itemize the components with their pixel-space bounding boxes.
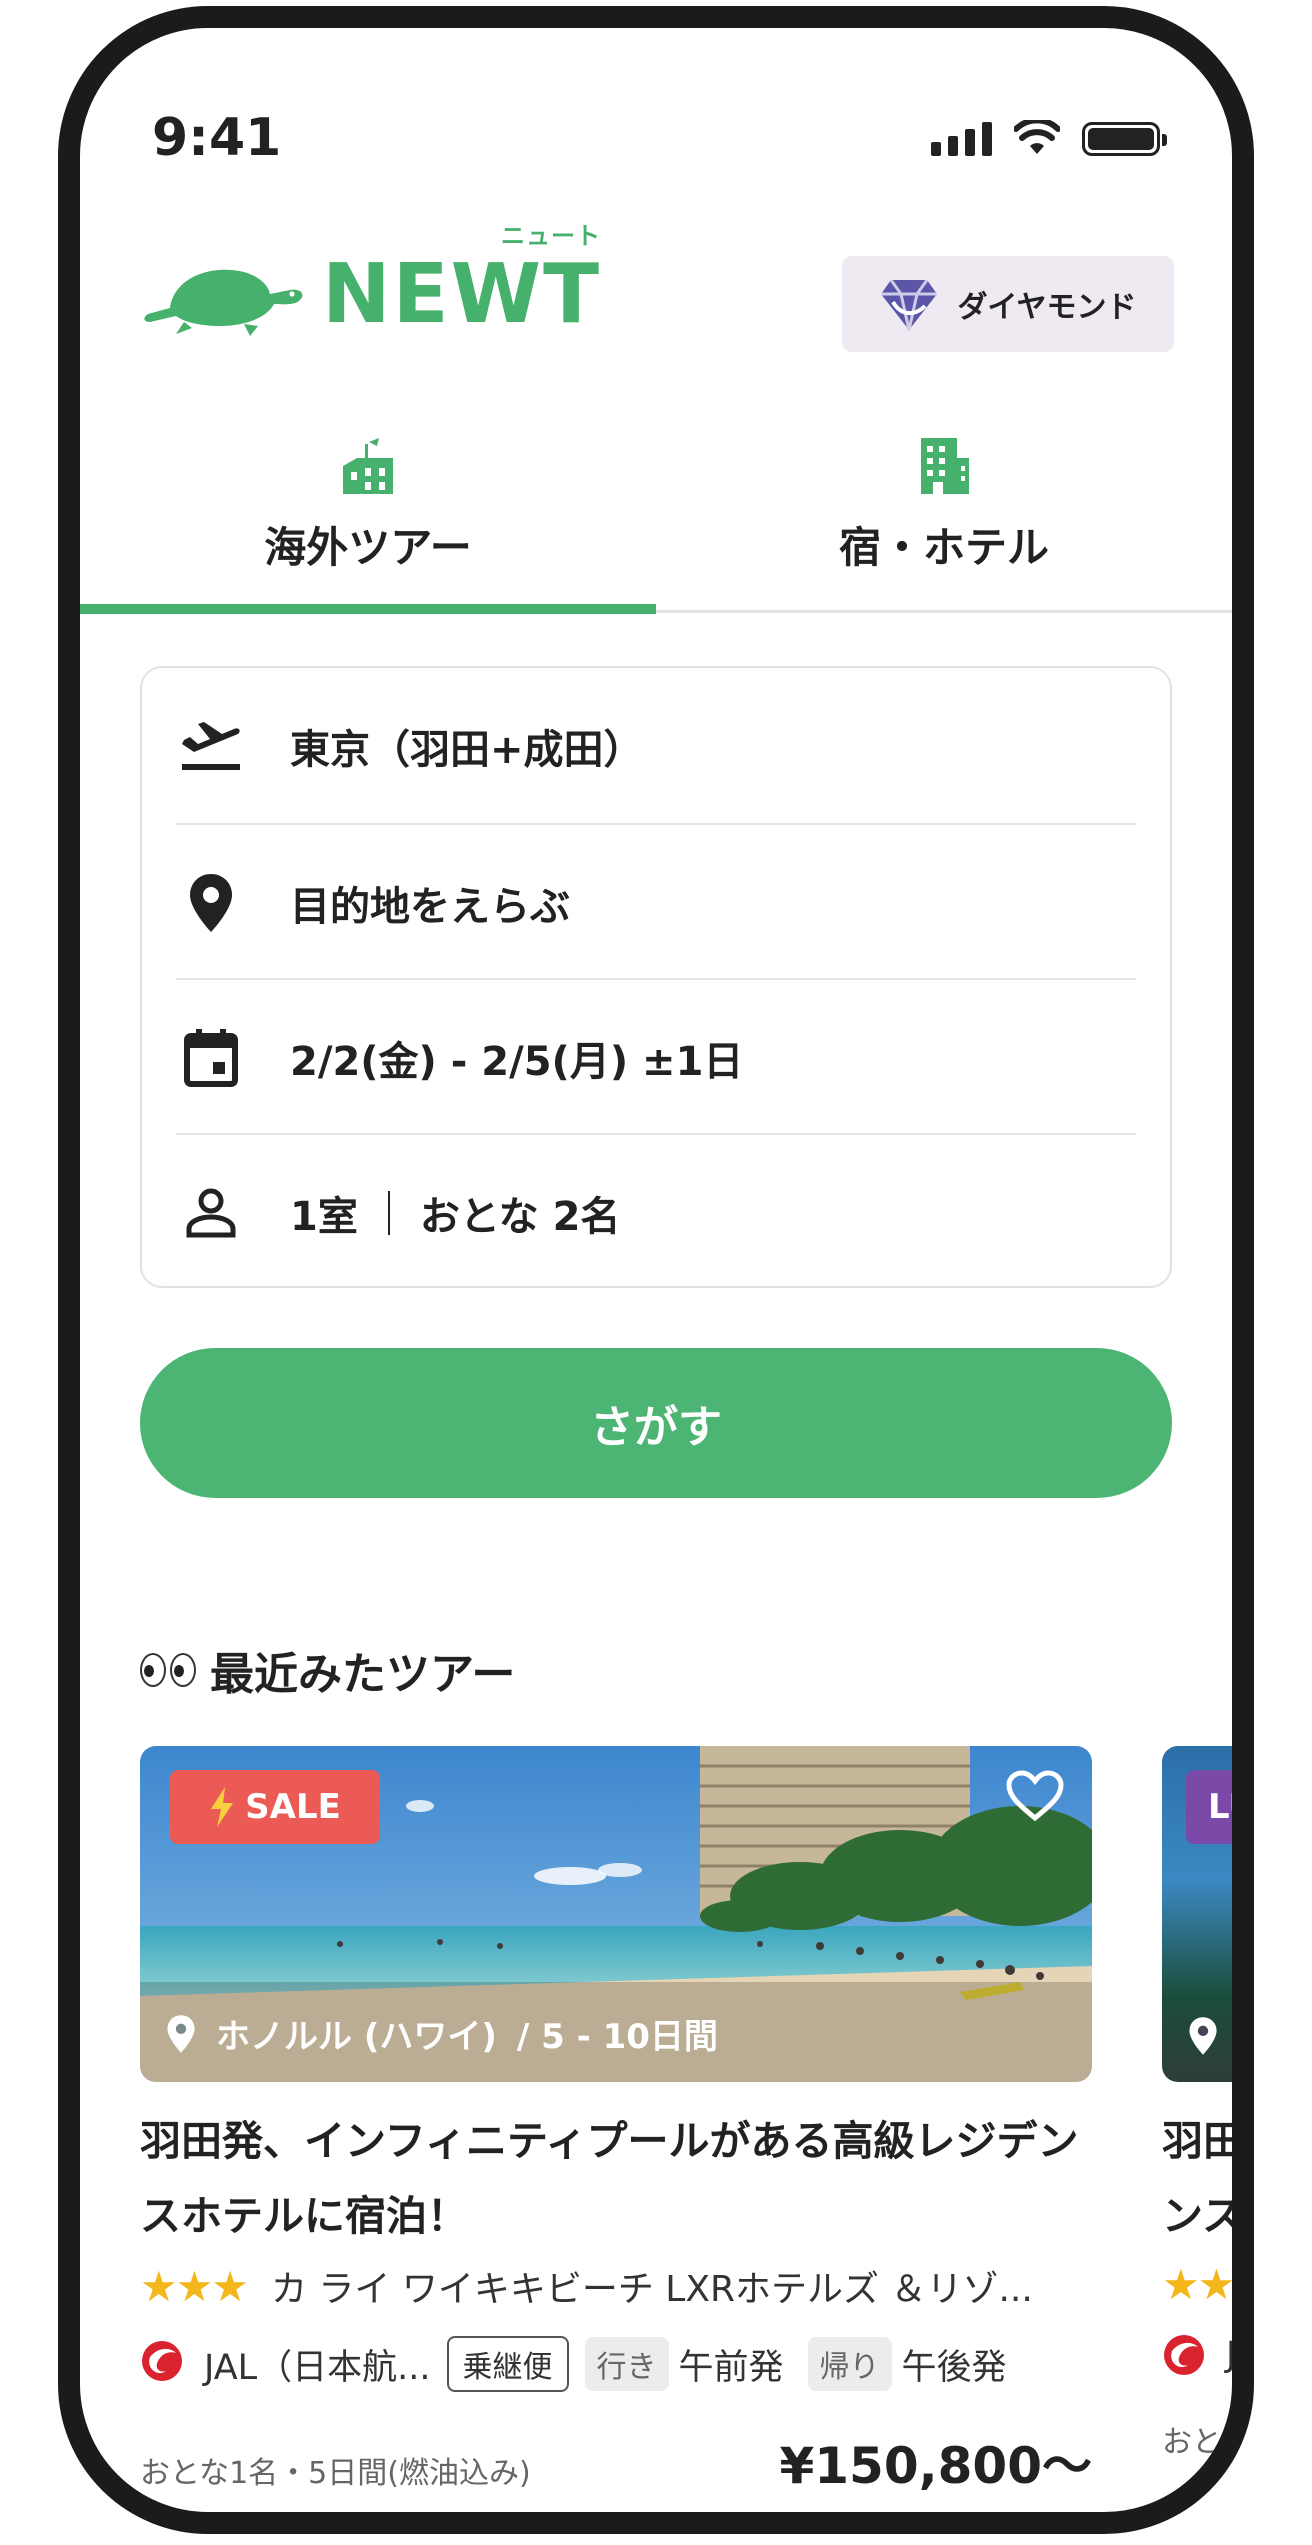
flight-row: J [1162, 2333, 1237, 2377]
date-range-value: 2/2(金) - 2/5(月) ±1日 [290, 1038, 744, 1085]
points-value: 10,000ポイント〜 [662, 2510, 981, 2512]
signal-icon [931, 122, 992, 156]
logo-text: NEWT [322, 247, 602, 342]
newt-logo[interactable]: NEWT ニュート [140, 224, 601, 336]
date-field[interactable]: 2/2(金) - 2/5(月) ±1日 [176, 978, 1136, 1135]
logo-kana: ニュート [501, 222, 602, 250]
search-form: 東京（羽田+成田） 目的地をえらぶ 2/2(金) - 2/5(月) ±1日 1室… [140, 666, 1172, 1288]
luxury-badge: LU [1186, 1770, 1232, 1844]
points-suffix: たまる [991, 2512, 1092, 2513]
flight-row: JAL（日本航... 乗継便 行き 午前発 帰り 午後発 [140, 2336, 1092, 2392]
heart-icon[interactable] [1006, 1770, 1064, 1822]
app-screen: 9:41 NEWT ニュート ダイヤモンド 海外ツアー 宿・ホテル 東京（羽田+… [80, 28, 1232, 2512]
jal-logo-icon [140, 2339, 184, 2389]
field-divider [387, 1190, 390, 1235]
hotel-row: ★★★ カ ライ ワイキキビーチ LXRホテルズ ＆リゾ... [140, 2260, 1092, 2312]
destination-field[interactable]: 目的地をえらぶ [176, 823, 1136, 980]
lightning-icon [211, 1787, 234, 1827]
person-icon [186, 1188, 236, 1237]
tour-photo: SALE ホノルル (ハワイ) / 5 - 10日間 [140, 1746, 1092, 2082]
title-line: ンス [1162, 2192, 1244, 2240]
location-pin-icon [167, 2014, 195, 2053]
status-time: 9:41 [152, 108, 282, 168]
tab-overseas-tours[interactable]: 海外ツアー [80, 418, 656, 614]
eyes-icon [140, 1653, 196, 1687]
airline-name: JAL（日本航... [204, 2347, 431, 2388]
location-name: ホノルル (ハワイ) [216, 2017, 497, 2057]
sale-label: SALE [245, 1787, 341, 1827]
destination-placeholder: 目的地をえらぶ [290, 883, 570, 930]
jal-logo-icon [1164, 2335, 1204, 2375]
rooms-value: 1室 [290, 1193, 358, 1240]
hotel-star-rating: ★★★ [140, 2261, 249, 2311]
location-pin-icon [1189, 2017, 1217, 2055]
return-time: 午後発 [901, 2347, 1007, 2388]
rank-label: ダイヤモンド [957, 290, 1137, 325]
resort-building-icon [343, 438, 393, 494]
tour-title: 羽田 ンス [1162, 2104, 1244, 2254]
price-row: おとな1名・5日間(燃油込み) ¥150,800〜 [140, 2426, 1092, 2498]
tour-price: ¥150,800〜 [779, 2437, 1092, 2495]
tour-duration: / 5 - 10日間 [516, 2017, 718, 2057]
price-conditions: おと [1162, 2425, 1222, 2460]
battery-icon [1082, 122, 1167, 156]
tab-bar: 海外ツアー 宿・ホテル [80, 418, 1232, 614]
section-title-text: 最近みたツアー [210, 1649, 516, 1700]
sale-badge: SALE [170, 1770, 380, 1844]
price-conditions: おとな1名・5日間(燃油込み) [140, 2456, 531, 2491]
turtle-logo-icon [144, 269, 303, 336]
location-pin-icon [190, 873, 232, 932]
guests-value: おとな 2名 [419, 1193, 621, 1240]
tour-photo: LU [1162, 1746, 1232, 2082]
calendar-icon [184, 1028, 238, 1087]
tour-card[interactable]: SALE ホノルル (ハワイ) / 5 - 10日間 羽田発、インフィニティプー… [140, 1746, 1092, 2534]
hotel-building-icon [921, 438, 969, 494]
status-icons [931, 120, 1167, 156]
diamond-icon [881, 279, 938, 331]
points-row: P 10,000ポイント〜 たまる [140, 2510, 1092, 2534]
recent-tours-heading: 最近みたツアー [140, 1638, 515, 1702]
search-button[interactable]: さがす [140, 1348, 1172, 1498]
hotel-star-rating: ★★ [1162, 2260, 1234, 2309]
logo-wordmark: NEWT ニュート [322, 224, 601, 336]
outbound-time: 午前発 [678, 2347, 784, 2388]
hotel-name: カ ライ ワイキキビーチ LXRホテルズ ＆リゾ... [270, 2269, 1033, 2310]
airline-name: J [1226, 2335, 1237, 2375]
guests-field[interactable]: 1室 おとな 2名 [176, 1133, 1136, 1290]
departure-value: 東京（羽田+成田） [290, 726, 644, 773]
points-icon: P [610, 2515, 652, 2534]
tab-label: 海外ツアー [264, 523, 472, 572]
title-line: 羽田 [1162, 2117, 1244, 2165]
airplane-takeoff-icon [182, 721, 240, 770]
outbound-tag: 行き [584, 2337, 669, 2391]
tour-location: ホノルル (ハワイ) / 5 - 10日間 [166, 2009, 718, 2058]
tab-label: 宿・ホテル [838, 523, 1049, 572]
transfer-tag: 乗継便 [446, 2336, 569, 2392]
tour-card-partial[interactable]: LU 羽田 ンス ★★ J おと [1162, 1746, 1244, 2461]
phone-frame: 9:41 NEWT ニュート ダイヤモンド 海外ツアー 宿・ホテル 東京（羽田+… [58, 6, 1254, 2534]
tour-title: 羽田発、インフィニティプールがある高級レジデンスホテルに宿泊！ [140, 2117, 1079, 2240]
return-tag: 帰り [807, 2337, 892, 2391]
wifi-icon [1014, 120, 1060, 154]
tab-hotels[interactable]: 宿・ホテル [656, 418, 1232, 610]
departure-field[interactable]: 東京（羽田+成田） [176, 668, 1136, 823]
membership-rank-badge[interactable]: ダイヤモンド [842, 256, 1174, 352]
